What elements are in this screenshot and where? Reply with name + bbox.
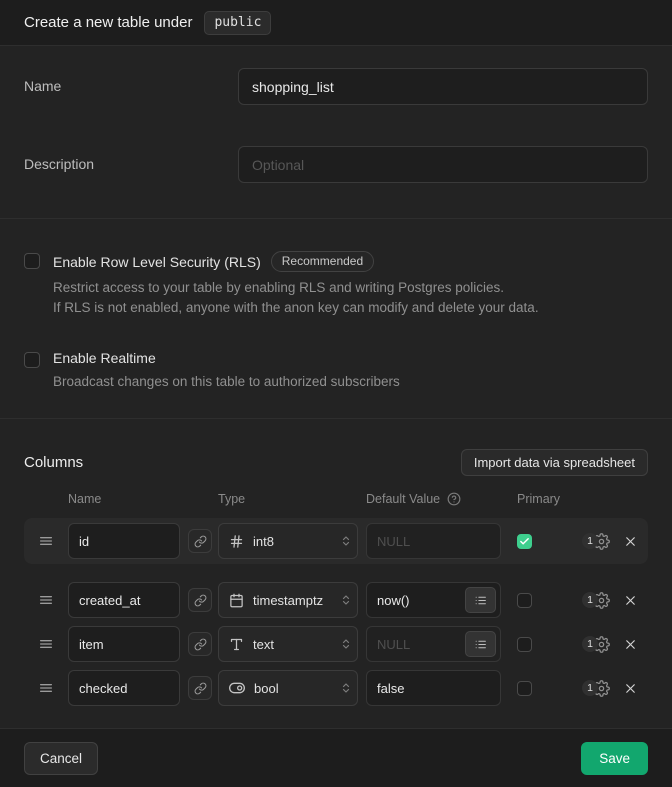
drag-handle-icon[interactable]: [24, 635, 68, 653]
realtime-label: Enable Realtime: [53, 350, 156, 366]
primary-row-panel: int8 1: [24, 518, 648, 564]
rls-description: Restrict access to your table by enablin…: [53, 278, 539, 318]
column-name-input[interactable]: [68, 626, 180, 662]
calendar-icon: [229, 593, 244, 608]
default-value-picker-icon[interactable]: [465, 631, 496, 657]
save-button[interactable]: Save: [581, 742, 648, 775]
foreign-key-icon[interactable]: [188, 676, 212, 700]
remove-column-icon[interactable]: [623, 637, 638, 652]
column-row-created-at: timestamptz 1: [24, 582, 648, 618]
column-name-input[interactable]: [68, 582, 180, 618]
description-row: Description: [24, 146, 648, 183]
column-settings-button[interactable]: 1: [582, 636, 610, 653]
chevron-updown-icon: [340, 534, 352, 548]
realtime-checkbox[interactable]: [24, 352, 40, 368]
primary-checkbox[interactable]: [517, 534, 532, 549]
settings-count-badge: 1: [582, 592, 598, 608]
column-row-checked: bool 1: [24, 670, 648, 706]
remove-column-icon[interactable]: [623, 681, 638, 696]
schema-badge: public: [204, 11, 271, 35]
name-label: Name: [24, 68, 238, 105]
column-row-item: text 1: [24, 626, 648, 662]
column-type-select[interactable]: text: [218, 626, 358, 662]
chevron-updown-icon: [340, 593, 352, 607]
column-default-input[interactable]: [366, 670, 501, 706]
toggle-icon: [229, 680, 245, 696]
remove-column-icon[interactable]: [623, 593, 638, 608]
column-settings-button[interactable]: 1: [582, 533, 610, 550]
realtime-texts: Enable Realtime Broadcast changes on thi…: [53, 350, 400, 392]
chevron-updown-icon: [340, 681, 352, 695]
column-row-id: int8 1: [24, 523, 648, 559]
rls-label: Enable Row Level Security (RLS): [53, 254, 261, 270]
settings-count-badge: 1: [582, 533, 598, 549]
drag-handle-icon[interactable]: [24, 532, 68, 550]
settings-count-badge: 1: [582, 636, 598, 652]
foreign-key-icon[interactable]: [188, 632, 212, 656]
settings-count-badge: 1: [582, 680, 598, 696]
help-icon[interactable]: [447, 492, 461, 506]
column-name-input[interactable]: [68, 670, 180, 706]
dialog-header: Create a new table under public: [0, 0, 672, 46]
column-settings-button[interactable]: 1: [582, 680, 610, 697]
cancel-button[interactable]: Cancel: [24, 742, 98, 775]
header-default: Default Value: [366, 492, 440, 506]
name-row: Name: [24, 68, 648, 105]
columns-section: Columns Import data via spreadsheet Name…: [0, 418, 672, 728]
drag-handle-icon[interactable]: [24, 591, 68, 609]
foreign-key-icon[interactable]: [188, 588, 212, 612]
hash-icon: [229, 534, 244, 549]
table-description-input[interactable]: [238, 146, 648, 183]
recommended-badge: Recommended: [271, 251, 374, 272]
drag-handle-icon[interactable]: [24, 679, 68, 697]
column-default-input[interactable]: [366, 523, 501, 559]
chevron-updown-icon: [340, 637, 352, 651]
options-section: Enable Row Level Security (RLS) Recommen…: [0, 218, 672, 418]
dialog-title: Create a new table under: [24, 14, 192, 31]
default-value-picker-icon[interactable]: [465, 587, 496, 613]
columns-header-row: Name Type Default Value Primary: [24, 492, 648, 506]
header-primary: Primary: [517, 492, 560, 506]
column-name-input[interactable]: [68, 523, 180, 559]
realtime-description: Broadcast changes on this table to autho…: [53, 372, 400, 392]
text-type-icon: [229, 637, 244, 652]
primary-checkbox[interactable]: [517, 681, 532, 696]
header-type: Type: [218, 492, 366, 506]
column-type-select[interactable]: bool: [218, 670, 358, 706]
table-info-section: Name Description: [0, 46, 672, 218]
foreign-key-icon[interactable]: [188, 529, 212, 553]
column-type-select[interactable]: timestamptz: [218, 582, 358, 618]
column-settings-button[interactable]: 1: [582, 592, 610, 609]
rls-texts: Enable Row Level Security (RLS) Recommen…: [53, 251, 539, 318]
primary-checkbox[interactable]: [517, 593, 532, 608]
header-name: Name: [68, 492, 218, 506]
create-table-dialog: Create a new table under public Name Des…: [0, 0, 672, 787]
columns-title: Columns: [24, 454, 83, 471]
description-label: Description: [24, 146, 238, 183]
import-spreadsheet-button[interactable]: Import data via spreadsheet: [461, 449, 648, 476]
rls-toggle-block: Enable Row Level Security (RLS) Recommen…: [24, 251, 648, 318]
rls-checkbox[interactable]: [24, 253, 40, 269]
realtime-toggle-block: Enable Realtime Broadcast changes on thi…: [24, 350, 648, 392]
column-type-select[interactable]: int8: [218, 523, 358, 559]
table-name-input[interactable]: [238, 68, 648, 105]
primary-checkbox[interactable]: [517, 637, 532, 652]
dialog-footer: Cancel Save: [0, 728, 672, 787]
remove-column-icon[interactable]: [623, 534, 638, 549]
